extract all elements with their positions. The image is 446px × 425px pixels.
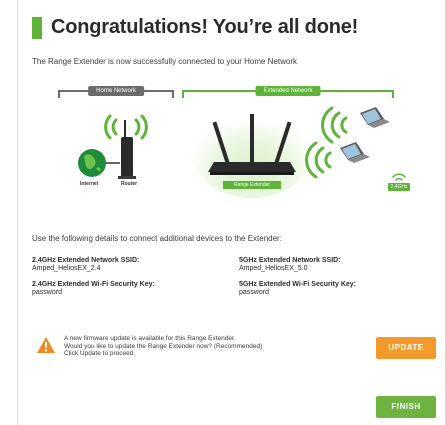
ssid-5-block: 5GHz Extended Network SSID: Amped_Helios… (239, 257, 341, 273)
router-label: Router (121, 181, 138, 187)
update-button[interactable]: UPDATE (376, 337, 436, 359)
key-5-value: password (239, 289, 269, 296)
connection-instructions: Use the following details to connect add… (32, 234, 282, 243)
ssid-24-value: Amped_HeliosEX_2.4 (32, 265, 101, 272)
laptop-icon (360, 107, 390, 128)
firmware-notice: A new firmware update is available for t… (64, 335, 334, 358)
firmware-line-1: A new firmware update is available for t… (64, 335, 236, 342)
network-diagram (78, 102, 406, 198)
internet-label: Internet (80, 181, 99, 187)
laptop-icon (340, 142, 370, 163)
ssid-5-label: 5GHz Extended Network SSID: (239, 257, 341, 264)
key-5-label: 5GHz Extended Wi-Fi Security Key: (239, 281, 357, 288)
firmware-line-2: Would you like to update the Range Exten… (64, 342, 263, 350)
globe-icon (78, 149, 106, 177)
router-icon (118, 120, 136, 179)
ssid-24-block: 2.4GHz Extended Network SSID: Amped_Heli… (32, 257, 139, 273)
finish-button[interactable]: FINISH (376, 396, 436, 418)
key-24-block: 2.4GHz Extended Wi-Fi Security Key: pass… (32, 281, 155, 297)
ssid-5-value: Amped_HeliosEX_5.0 (239, 265, 308, 272)
firmware-line-3: Click Update to proceed. (64, 350, 136, 357)
range-extender-label: Range Extender (223, 181, 281, 189)
warning-icon (37, 337, 55, 353)
key-5-block: 5GHz Extended Wi-Fi Security Key: passwo… (239, 281, 356, 297)
ssid-24-label: 2.4GHz Extended Network SSID: (32, 257, 140, 264)
key-24-label: 2.4GHz Extended Wi-Fi Security Key: (32, 281, 155, 288)
wifi-icon (392, 173, 406, 181)
key-24-value: password (32, 289, 62, 296)
band-label: 2.4GHz (388, 183, 410, 191)
